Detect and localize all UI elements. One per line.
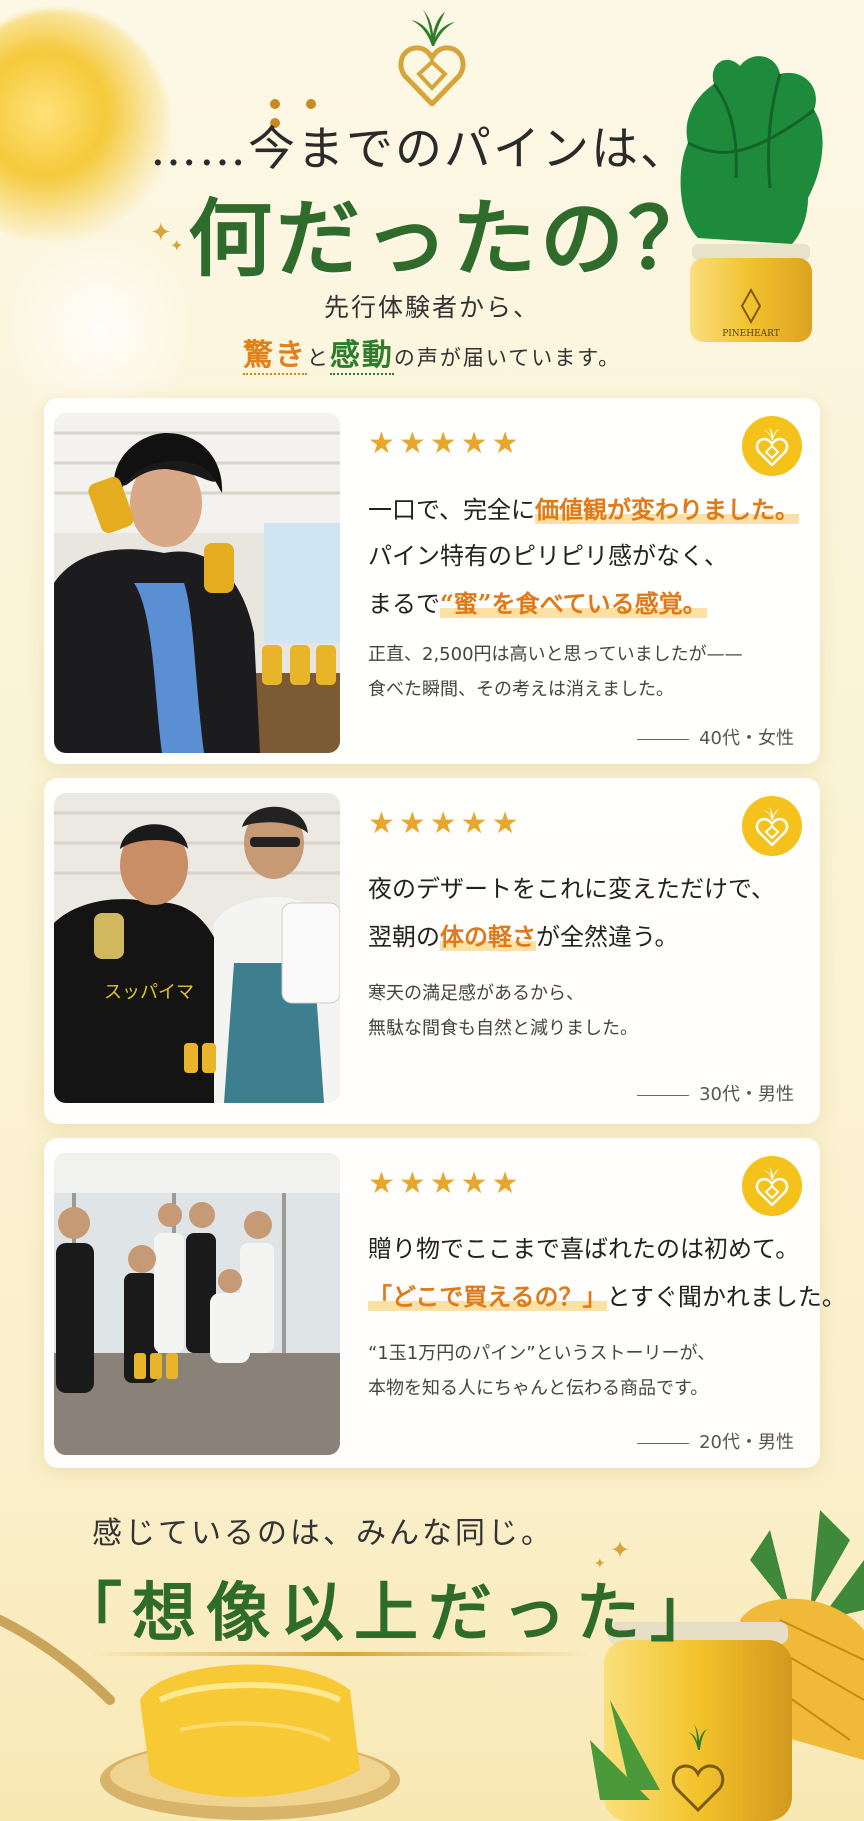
- connector-word: と: [306, 346, 330, 370]
- text-segment: 一口で、完全に: [368, 496, 536, 524]
- review-photo: スッパイマ: [54, 793, 340, 1103]
- review-body-line: “1玉1万円のパイン”というストーリーが、: [368, 1343, 716, 1364]
- review-main-line: 一口で、完全に価値観が変わりました。: [368, 486, 800, 534]
- review-main-line: 翌朝の体の軽さが全然違う。: [368, 913, 679, 961]
- sparkle-icon: ✦: [150, 218, 172, 248]
- rating-stars: ★★★★★: [368, 1166, 523, 1201]
- jar-label: PINEHEART: [722, 329, 780, 339]
- review-author: 30代・男性: [637, 1080, 794, 1106]
- text-segment: 夜のデザートをこれに変えただけで、: [368, 875, 776, 903]
- rating-stars: ★★★★★: [368, 806, 523, 841]
- review-main-line: 贈り物でここまで喜ばれたのは初めて。: [368, 1226, 799, 1273]
- highlight-text: 体の軽さ: [440, 922, 536, 951]
- review-card: ★★★★★ 一口で、完全に価値観が変わりました。 パイン特有のピリピリ感がなく、…: [44, 398, 820, 764]
- pineapple-and-jar-image: [590, 1510, 864, 1821]
- text-segment: が全然違う。: [536, 923, 679, 951]
- sparkle-icon: ✦: [610, 1536, 631, 1564]
- sparkle-icon: ✦: [594, 1556, 606, 1572]
- surprise-word: 驚き: [242, 338, 307, 375]
- text-segment: パイン特有のピリピリ感がなく、: [368, 542, 728, 570]
- text-segment: 贈り物でここまで喜ばれたのは初めて。: [368, 1235, 800, 1263]
- review-body-line: 寒天の満足感があるから、: [368, 983, 584, 1004]
- emotion-word: 感動: [329, 338, 394, 375]
- review-card: ★★★★★ 贈り物でここまで喜ばれたのは初めて。 「どこで買えるの？」とすぐ聞か…: [44, 1138, 846, 1468]
- author-label: 30代・男性: [699, 1084, 794, 1105]
- pineapple-slice-image: [0, 10, 170, 240]
- author-label: 40代・女性: [699, 728, 794, 749]
- review-author: 20代・男性: [637, 1428, 794, 1454]
- emphasis-dots: [270, 94, 360, 128]
- highlight-text: “蜜”を食べている感覚。: [440, 589, 707, 618]
- text-segment: とすぐ聞かれました。: [606, 1283, 846, 1311]
- review-card: スッパイマ ★★★★★ 夜のデザートをこれに変えただけで、 翌朝の体の軽さが全然…: [44, 778, 820, 1124]
- text-segment: 翌朝の: [368, 923, 440, 951]
- review-main-line: 「どこで買えるの？」とすぐ聞かれました。: [368, 1273, 846, 1321]
- headline-line1: ……今までのパインは、: [150, 122, 689, 177]
- review-main-line: パイン特有のピリピリ感がなく、: [368, 533, 728, 580]
- author-label: 20代・男性: [699, 1432, 794, 1453]
- pineapple-badge-icon: [742, 796, 802, 856]
- pineapple-badge-icon: [742, 416, 802, 476]
- review-photo: [54, 413, 340, 753]
- highlight-text: 「どこで買えるの？」: [368, 1282, 607, 1311]
- closing-subtitle: 感じているのは、みんな同じ。: [92, 1516, 554, 1551]
- highlight-text: 価値観が変わりました。: [535, 495, 800, 524]
- review-photo: [54, 1153, 340, 1455]
- review-body-line: 無駄な間食も自然と減りました。: [368, 1018, 638, 1039]
- subheading-rest: の声が届いています。: [393, 346, 622, 370]
- review-author: 40代・女性: [637, 724, 794, 750]
- headline-line2: 何だったの？: [188, 189, 717, 288]
- closing-title: 「想像以上だった」: [58, 1576, 724, 1651]
- rating-stars: ★★★★★: [368, 426, 523, 461]
- review-body-line: 正直、2,500円は高いと思っていましたが——: [368, 644, 743, 665]
- pineapple-badge-icon: [742, 1156, 802, 1216]
- sparkle-icon: ✦: [170, 236, 184, 255]
- decorative-underline: [90, 1652, 590, 1656]
- review-main-line: まるで“蜜”を食べている感覚。: [368, 580, 707, 628]
- jar-with-green-wrap-image: PINEHEART: [680, 56, 823, 342]
- review-body-line: 食べた瞬間、その考えは消えました。: [368, 679, 674, 700]
- review-main-line: 夜のデザートをこれに変えただけで、: [368, 866, 775, 913]
- svg-text:スッパイマ: スッパイマ: [104, 982, 194, 1003]
- review-body-line: 本物を知る人にちゃんと伝わる商品です。: [368, 1378, 709, 1399]
- text-segment: まるで: [368, 590, 440, 618]
- pineheart-logo-icon: [398, 10, 466, 106]
